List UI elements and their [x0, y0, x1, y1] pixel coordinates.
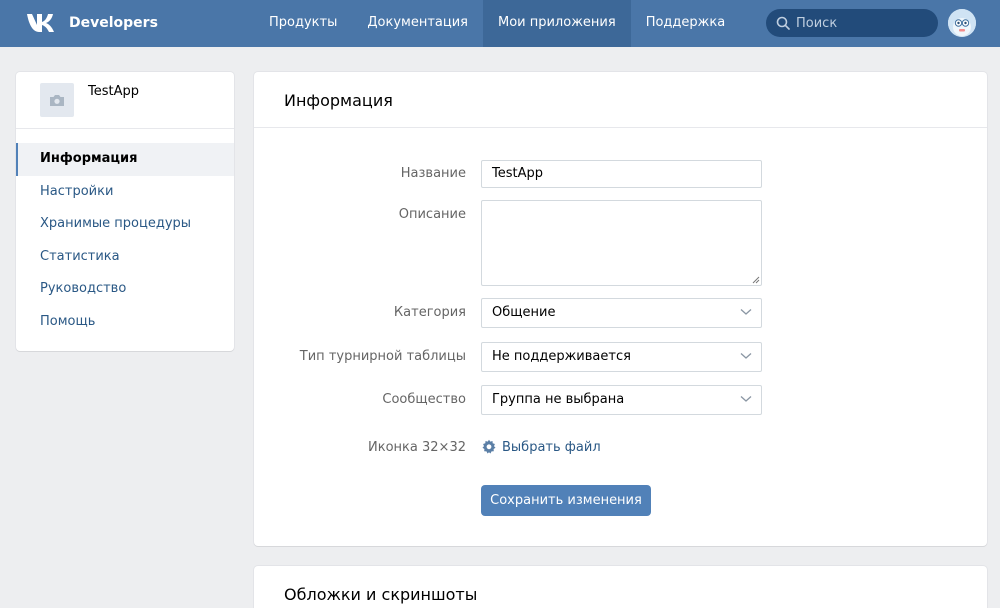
- leaderboard-label: Тип турнирной таблицы: [299, 349, 466, 364]
- save-button[interactable]: Сохранить изменения: [481, 485, 651, 516]
- community-select[interactable]: Группа не выбрана: [481, 385, 762, 415]
- page-title: Информация: [284, 91, 393, 110]
- choose-file-link[interactable]: Выбрать файл: [481, 439, 601, 455]
- info-panel: Информация Название TestApp Описание Кат…: [254, 72, 987, 546]
- name-label: Название: [400, 166, 466, 181]
- nav-products[interactable]: Продукты: [254, 0, 352, 47]
- sidebar-item-settings[interactable]: Настройки: [16, 176, 234, 209]
- camera-icon: [50, 94, 64, 106]
- sidebar-item-help[interactable]: Помощь: [16, 306, 234, 339]
- avatar-robot-icon: [948, 9, 976, 37]
- chevron-down-icon: [740, 396, 752, 402]
- sidebar-item-stored-procedures[interactable]: Хранимые процедуры: [16, 208, 234, 241]
- app-name: TestApp: [88, 84, 139, 99]
- chevron-down-icon: [740, 309, 752, 315]
- name-field[interactable]: TestApp: [481, 160, 762, 188]
- covers-title: Обложки и скриншоты: [284, 585, 478, 604]
- category-value: Общение: [492, 305, 556, 320]
- covers-panel: Обложки и скриншоты: [254, 566, 987, 608]
- chevron-down-icon: [740, 353, 752, 359]
- category-label: Категория: [393, 305, 466, 320]
- category-select[interactable]: Общение: [481, 298, 762, 328]
- vk-logo-icon: [27, 14, 54, 32]
- resize-grip-icon[interactable]: [752, 276, 760, 284]
- vk-developers-logo[interactable]: Developers: [25, 11, 158, 35]
- top-header: Developers Продукты Документация Мои при…: [0, 0, 1000, 47]
- panel-divider: [254, 127, 987, 128]
- main-nav: Продукты Документация Мои приложения Под…: [254, 0, 740, 47]
- sidebar-item-statistics[interactable]: Статистика: [16, 241, 234, 274]
- logo-text: Developers: [69, 15, 158, 31]
- leaderboard-value: Не поддерживается: [492, 349, 631, 364]
- sidebar-menu: Информация Настройки Хранимые процедуры …: [16, 143, 234, 338]
- leaderboard-select[interactable]: Не поддерживается: [481, 342, 762, 372]
- nav-my-apps[interactable]: Мои приложения: [482, 0, 631, 47]
- sidebar-item-guide[interactable]: Руководство: [16, 273, 234, 306]
- app-thumbnail[interactable]: [40, 83, 74, 117]
- description-label: Описание: [398, 207, 466, 222]
- community-value: Группа не выбрана: [492, 392, 625, 407]
- nav-documentation[interactable]: Документация: [352, 0, 483, 47]
- description-field[interactable]: [481, 200, 762, 286]
- nav-support[interactable]: Поддержка: [631, 0, 741, 47]
- search-box[interactable]: [766, 9, 938, 37]
- avatar[interactable]: [948, 9, 976, 37]
- choose-file-label: Выбрать файл: [502, 439, 601, 455]
- app-sidebar: TestApp Информация Настройки Хранимые пр…: [16, 72, 234, 351]
- icon-label: Иконка 32×32: [368, 440, 466, 455]
- sidebar-item-info[interactable]: Информация: [16, 143, 234, 176]
- sidebar-divider: [16, 128, 234, 129]
- gear-icon: [482, 439, 496, 454]
- community-label: Сообщество: [382, 392, 466, 407]
- search-input[interactable]: [796, 15, 926, 31]
- search-icon: [776, 16, 790, 30]
